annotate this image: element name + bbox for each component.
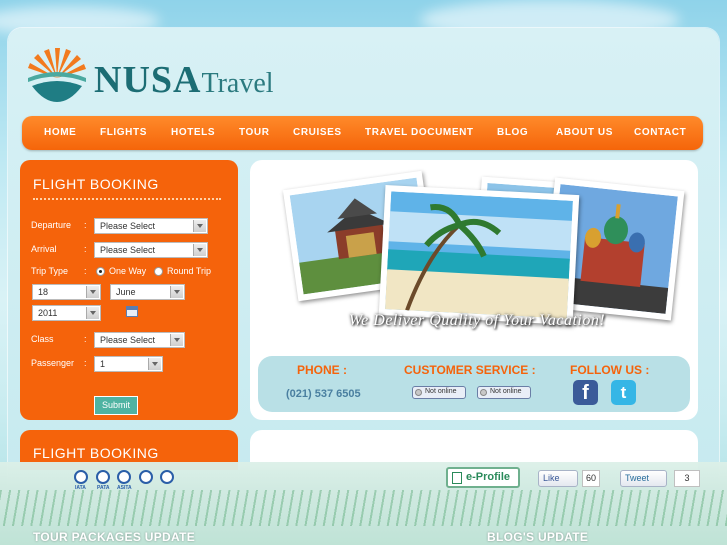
chat-status-2[interactable]: Not online <box>477 386 531 399</box>
e-profile-label: e-Profile <box>466 471 511 483</box>
passenger-label: Passenger <box>31 358 75 368</box>
departure-value: Please Select <box>100 221 156 231</box>
flight-booking-panel: FLIGHT BOOKING Departure : Please Select… <box>20 160 238 420</box>
nav-blog[interactable]: BLOG <box>497 127 528 138</box>
pata-logo-icon <box>96 470 110 484</box>
logo[interactable]: NUSATravel <box>26 44 288 106</box>
facebook-like-button[interactable]: Like <box>538 470 578 487</box>
colon: : <box>84 220 87 230</box>
nav-flights[interactable]: FLIGHTS <box>100 127 147 138</box>
follow-us-label: FOLLOW US : <box>570 363 650 377</box>
booking-title: FLIGHT BOOKING <box>33 176 159 192</box>
colon: : <box>84 358 87 368</box>
facebook-icon[interactable]: f <box>573 380 598 405</box>
trip-type-label: Trip Type <box>31 266 69 276</box>
chevron-down-icon <box>170 286 183 298</box>
blog-update-heading: BLOG'S UPDATE <box>487 530 589 544</box>
booking-title-2: FLIGHT BOOKING <box>33 445 159 461</box>
like-count: 60 <box>582 470 600 487</box>
class-label: Class <box>31 334 54 344</box>
nav-home[interactable]: HOME <box>44 127 76 138</box>
nav-contact[interactable]: CONTACT <box>634 127 686 138</box>
passenger-value: 1 <box>100 359 106 369</box>
day-value: 18 <box>38 287 49 297</box>
submit-button[interactable]: Submit <box>94 396 138 415</box>
arrival-label: Arrival <box>31 244 57 254</box>
divider <box>33 198 221 200</box>
departure-select[interactable]: Please Select <box>94 218 208 234</box>
assoc-label: ASITA <box>117 485 132 491</box>
status-text: Not online <box>490 388 522 395</box>
nav-cruises[interactable]: CRUISES <box>293 127 342 138</box>
month-select[interactable]: June <box>110 284 185 300</box>
calendar-icon[interactable] <box>126 306 138 317</box>
status-icon <box>415 389 422 396</box>
nav-travel-document[interactable]: TRAVEL DOCUMENT <box>365 127 474 138</box>
class-select[interactable]: Please Select <box>94 332 185 348</box>
chevron-down-icon <box>170 334 183 346</box>
status-icon <box>480 389 487 396</box>
tweet-count: 3 <box>674 470 700 487</box>
brand-sub: Travel <box>201 68 274 99</box>
class-value: Please Select <box>100 335 156 345</box>
phone-label: PHONE : <box>297 363 348 377</box>
main-nav: HOME FLIGHTS HOTELS TOUR CRUISES TRAVEL … <box>22 116 703 150</box>
tweet-label: Tweet <box>625 473 650 483</box>
colon: : <box>84 266 87 276</box>
nav-about-us[interactable]: ABOUT US <box>556 127 613 138</box>
chevron-down-icon <box>86 286 99 298</box>
asita-logo-icon <box>117 470 131 484</box>
year-value: 2011 <box>38 308 58 318</box>
hero-panel: We Deliver Quality of Your Vacation! PHO… <box>250 160 698 420</box>
one-way-label: One Way <box>109 266 147 276</box>
colon: : <box>84 244 87 254</box>
day-select[interactable]: 18 <box>32 284 101 300</box>
photo-beach <box>378 185 580 325</box>
month-value: June <box>116 287 136 297</box>
status-text: Not online <box>425 388 457 395</box>
customer-service-label: CUSTOMER SERVICE : <box>404 363 536 377</box>
chevron-down-icon <box>148 358 161 370</box>
contact-bar: PHONE : (021) 537 6505 CUSTOMER SERVICE … <box>258 356 690 412</box>
sun-logo-icon <box>28 48 86 102</box>
beach-image <box>385 191 573 319</box>
chat-status-1[interactable]: Not online <box>412 386 466 399</box>
one-way-radio[interactable] <box>96 267 105 276</box>
departure-label: Departure <box>31 220 72 230</box>
chevron-down-icon <box>86 307 99 319</box>
chevron-down-icon <box>193 220 206 232</box>
brand-main: NUSA <box>94 59 202 101</box>
passenger-select[interactable]: 1 <box>94 356 163 372</box>
tweet-button[interactable]: Tweet <box>620 470 667 487</box>
nav-hotels[interactable]: HOTELS <box>171 127 215 138</box>
e-profile-button[interactable]: e-Profile <box>446 467 520 488</box>
like-label: Like <box>543 473 560 483</box>
assoc-label: IATA <box>75 485 86 491</box>
hero-tagline: We Deliver Quality of Your Vacation! <box>348 312 606 329</box>
tour-packages-heading: TOUR PACKAGES UPDATE <box>33 530 196 544</box>
colon: : <box>84 334 87 344</box>
document-icon <box>452 472 462 484</box>
iata-logo-icon <box>74 470 88 484</box>
association-logo-icon <box>139 470 153 484</box>
round-trip-radio[interactable] <box>154 267 163 276</box>
year-select[interactable]: 2011 <box>32 305 101 321</box>
arrival-select[interactable]: Please Select <box>94 242 208 258</box>
nav-tour[interactable]: TOUR <box>239 127 270 138</box>
association-logo-icon <box>160 470 174 484</box>
phone-number: (021) 537 6505 <box>286 388 361 400</box>
brand-name: NUSATravel <box>94 58 274 102</box>
grass-decoration <box>0 490 727 526</box>
twitter-icon[interactable]: t <box>611 380 636 405</box>
assoc-label: PATA <box>97 485 110 491</box>
arrival-value: Please Select <box>100 245 156 255</box>
chevron-down-icon <box>193 244 206 256</box>
round-trip-label: Round Trip <box>167 266 212 276</box>
